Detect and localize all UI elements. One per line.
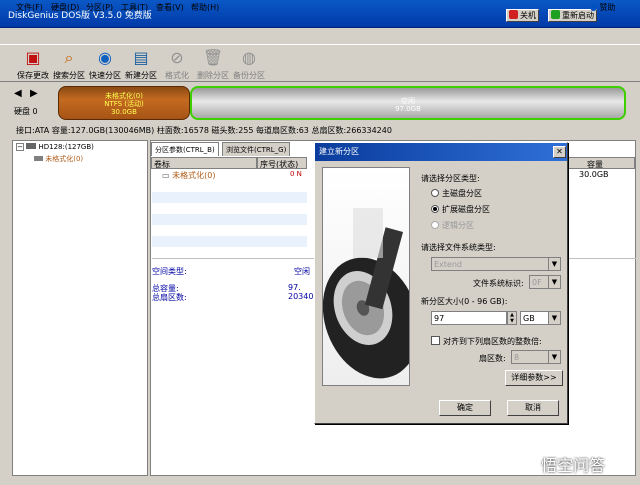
size-input[interactable]: 97 <box>431 311 507 325</box>
search-partition-button[interactable]: ⌕ 搜索分区 <box>50 48 88 81</box>
row-name: ▭ 未格式化(0) <box>162 171 216 180</box>
size-stepper[interactable]: ▲ ▼ <box>507 311 517 325</box>
column-volume-label[interactable]: 卷标 <box>151 157 257 169</box>
row-stripe <box>152 214 307 225</box>
partition-icon: ▭ <box>162 171 170 180</box>
tab-browse-files[interactable]: 浏览文件(CTRL_G) <box>222 142 291 156</box>
backup-icon: ◍ <box>242 48 256 67</box>
fs-type-label: 请选择文件系统类型: <box>421 243 496 252</box>
row-stripe <box>152 236 307 247</box>
menu-partition[interactable]: 分区(P) <box>86 2 113 13</box>
fs-type-select[interactable]: Extend ▼ <box>431 257 561 271</box>
size-label: 新分区大小(0 - 96 GB): <box>421 297 508 306</box>
radio-selected-icon <box>431 205 439 213</box>
menu-bar <box>0 28 640 44</box>
menu-file[interactable]: 文件(F) <box>16 2 43 13</box>
save-changes-button[interactable]: ▣ 保存更改 <box>14 48 52 81</box>
menu-disk[interactable]: 硬盘(D) <box>51 2 79 13</box>
cancel-button[interactable]: 取消 <box>507 400 559 416</box>
free-name: 空闲 <box>401 97 415 105</box>
delete-icon: 🗑 <box>202 48 224 67</box>
partition-name: 未格式化(0) <box>105 92 143 100</box>
partition-size: 30.0GB <box>111 108 137 116</box>
next-disk-icon[interactable]: ▶ <box>30 88 38 99</box>
sponsor-link[interactable]: ● 赞助 <box>590 2 616 13</box>
chevron-down-icon: ▼ <box>548 351 560 363</box>
expand-icon: − <box>16 143 24 151</box>
quick-partition-icon: ◉ <box>98 48 112 67</box>
radio-extended[interactable]: 扩展磁盘分区 <box>431 204 490 215</box>
hard-disk-illustration <box>323 208 409 379</box>
radio-logical[interactable]: 逻辑分区 <box>431 220 474 231</box>
radio-icon <box>431 221 439 229</box>
fs-id-label: 文件系统标识: <box>473 279 524 288</box>
dialog-close-button[interactable]: ✕ <box>553 146 566 158</box>
sector-count-label: 扇区数: <box>479 354 506 363</box>
total-capacity-value: 97. <box>288 283 301 292</box>
chevron-down-icon: ▼ <box>548 312 560 324</box>
partition-fs: NTFS (活动) <box>104 100 144 108</box>
delete-partition-button[interactable]: 🗑 删除分区 <box>194 48 232 81</box>
column-index-status[interactable]: 序号(状态) <box>257 157 307 169</box>
tree-item-disk[interactable]: − HD128:(127GB) <box>16 143 94 151</box>
row-capacity: 30.0GB <box>579 170 609 179</box>
column-capacity[interactable]: 容量 <box>568 157 635 169</box>
dialog-title: 建立新分区 <box>315 143 567 161</box>
chat-bubble-icon <box>520 459 536 473</box>
sector-count-select[interactable]: 8 ▼ <box>511 350 561 364</box>
disk-genius-logo-image <box>322 167 410 386</box>
search-icon: ⌕ <box>64 48 74 67</box>
row-stripe <box>152 192 307 203</box>
menu-tools[interactable]: 工具(T) <box>121 2 148 13</box>
format-button[interactable]: ⊘ 格式化 <box>158 48 196 81</box>
watermark: 悟空问答 <box>520 452 605 476</box>
partition-type-label: 请选择分区类型: <box>421 174 480 183</box>
space-type-value: 空闲 <box>294 267 310 276</box>
radio-icon <box>431 189 439 197</box>
partition-icon <box>34 156 43 161</box>
menu-view[interactable]: 查看(V) <box>156 2 184 13</box>
total-sectors-value: 20340 <box>288 292 314 301</box>
space-type-label: 空间类型: <box>152 267 187 276</box>
checkbox-icon <box>431 336 440 345</box>
free-size: 97.0GB <box>395 105 421 113</box>
size-unit-select[interactable]: GB ▼ <box>520 311 561 325</box>
tab-partition-params[interactable]: 分区参数(CTRL_B) <box>151 142 219 156</box>
disk-tree <box>12 140 148 476</box>
menu-help[interactable]: 帮助(H) <box>191 2 219 13</box>
total-sectors-label: 总扇区数: <box>152 293 187 302</box>
row-seq: 0 N <box>290 170 302 178</box>
chevron-down-icon: ▼ <box>548 258 560 270</box>
chevron-down-icon: ▼ <box>548 276 560 288</box>
disk-label: 硬盘 0 <box>14 107 38 116</box>
format-icon: ⊘ <box>170 48 184 67</box>
disk-info: 接口:ATA 容量:127.0GB(130046MB) 柱面数:16578 磁头… <box>16 126 392 135</box>
sponsor-icon: ● <box>590 3 597 12</box>
shutdown-button[interactable]: 关机 <box>506 9 539 22</box>
reboot-icon <box>551 10 560 19</box>
backup-partition-button[interactable]: ◍ 备份分区 <box>230 48 268 81</box>
radio-primary[interactable]: 主磁盘分区 <box>431 188 482 199</box>
tree-item-partition[interactable]: 未格式化(0) <box>34 154 83 164</box>
prev-disk-icon[interactable]: ◀ <box>14 88 22 99</box>
detail-params-button[interactable]: 详细参数>> <box>505 370 563 386</box>
power-icon <box>509 10 518 19</box>
ok-button[interactable]: 确定 <box>439 400 491 416</box>
quick-partition-button[interactable]: ◉ 快速分区 <box>86 48 124 81</box>
partition-bar-unformatted[interactable]: 未格式化(0) NTFS (活动) 30.0GB <box>58 86 190 120</box>
close-icon: ✕ <box>556 147 563 156</box>
partition-bar-free[interactable]: 空闲 97.0GB <box>190 86 626 120</box>
new-partition-icon: ▤ <box>133 48 149 67</box>
new-partition-dialog: 建立新分区 ✕ 请选择分区类型: 主磁盘分区 扩展磁盘分区 逻辑分区 请选择文件… <box>314 142 568 424</box>
save-icon: ▣ <box>25 48 41 67</box>
fs-id-select[interactable]: 0F ▼ <box>529 275 561 289</box>
disk-icon <box>26 143 37 149</box>
align-checkbox[interactable]: 对齐到下列扇区数的整数倍: <box>431 336 542 347</box>
new-partition-button[interactable]: ▤ 新建分区 <box>122 48 160 81</box>
